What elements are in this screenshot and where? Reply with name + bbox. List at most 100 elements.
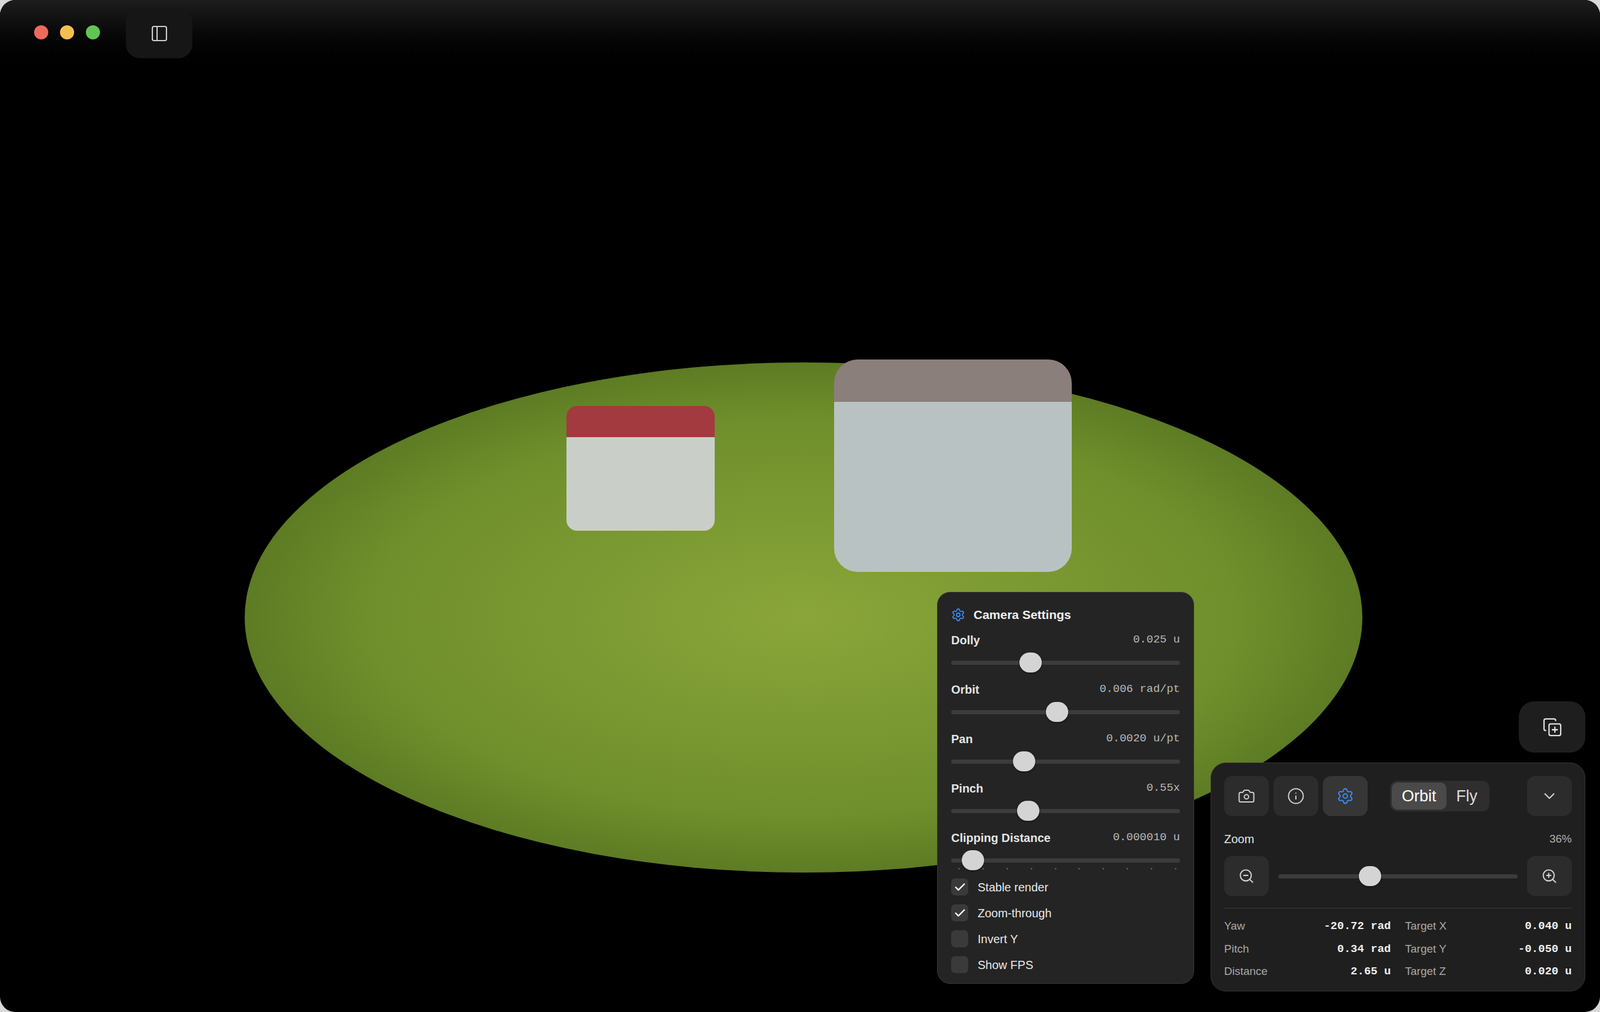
mode-option[interactable]: Orbit [1391, 782, 1447, 810]
plain-slider[interactable] [951, 800, 1180, 821]
slider-label: Pinch [951, 779, 983, 798]
window-control[interactable] [85, 25, 100, 40]
camera-settings-panel: Camera Settings Dolly 0.025 u Orbit 0.006 ra… [937, 591, 1195, 984]
mode-switch: OrbitFly [1390, 780, 1490, 812]
scene-trailer [834, 359, 1072, 572]
slider-thumb[interactable] [1358, 865, 1382, 886]
gear-icon [1336, 787, 1355, 805]
slider-label: Clipping Distance [951, 828, 1051, 847]
settings-tool-button[interactable] [1322, 775, 1368, 816]
stat-label: Target Z [1405, 962, 1447, 980]
window-control[interactable] [34, 25, 49, 40]
app-window: Camera Settings Dolly 0.025 u Orbit 0.006 ra… [0, 0, 1600, 1012]
stat: Target Z0.020 u [1405, 962, 1573, 980]
stat-value: -0.050 u [1518, 940, 1572, 958]
checkbox[interactable] [951, 955, 969, 973]
checkbox-label: Stable render [977, 878, 1049, 896]
checkbox-row[interactable]: Invert Y [951, 930, 1180, 948]
slider-thumb[interactable] [1012, 751, 1036, 772]
stat-label: Distance [1224, 962, 1268, 980]
slider-reading: 0.006 rad/pt [1099, 680, 1180, 698]
zoom-label: Zoom [1224, 830, 1255, 848]
checkbox-row[interactable]: Show FPS [951, 955, 1180, 974]
checkbox-label: Zoom-through [977, 904, 1052, 922]
mode-option[interactable]: Fly [1446, 782, 1488, 810]
camera-icon [1237, 787, 1256, 805]
stat-value: 0.040 u [1524, 917, 1572, 935]
sidebar-toggle[interactable] [125, 8, 193, 59]
checkbox-label: Invert Y [977, 930, 1019, 948]
checkbox[interactable] [951, 930, 969, 948]
zoom-reading: 36% [1549, 830, 1572, 848]
checkbox-label: Show FPS [977, 955, 1033, 974]
slider-label: Dolly [951, 631, 980, 649]
checkbox[interactable] [951, 878, 969, 896]
zoom-in-button[interactable] [1527, 855, 1572, 896]
stat: Target X 0.040 u [1405, 917, 1573, 935]
slider-label: Orbit [951, 680, 980, 699]
stats-row: Pitch0.34 rad Target Y -0.050 u [1224, 940, 1572, 958]
plain-slider[interactable] [951, 701, 1180, 722]
zoom-out-icon [1238, 867, 1255, 885]
gear-icon [951, 607, 966, 622]
chevron-down-icon [1540, 787, 1559, 805]
tick-mark [958, 867, 960, 870]
slider-label: Pan [951, 730, 973, 748]
scene-truck [566, 405, 715, 531]
stepped-slider[interactable] [951, 850, 1180, 870]
slider-reading: 0.55x [1146, 779, 1180, 797]
slider-row: Pan 0.0020 u/pt [951, 730, 1180, 772]
plain-slider[interactable] [951, 652, 1180, 673]
sidebar-icon [150, 24, 169, 43]
stat: Pitch0.34 rad [1224, 940, 1392, 958]
view-panel: OrbitFlyZoom36%Yaw-20.72 radTarget X0.04… [1210, 762, 1586, 992]
add-view-icon [1542, 717, 1563, 738]
slider-thumb[interactable] [1017, 800, 1040, 821]
tick-mark [1126, 867, 1129, 870]
info-icon [1287, 787, 1305, 805]
slider-reading: 0.0020 u/pt [1106, 730, 1180, 748]
checkbox-row[interactable]: Zoom-through [951, 904, 1180, 922]
zoom-in-icon [1541, 867, 1558, 885]
panel-title: Camera Settings [973, 605, 1072, 625]
screen: Camera Settings Dolly 0.025 u Orbit 0.006 ra… [0, 0, 1600, 1012]
title-bar [0, 0, 1600, 82]
slider-row: Dolly 0.025 u [951, 631, 1180, 673]
plain-slider[interactable] [951, 751, 1180, 772]
window-control[interactable] [60, 25, 75, 40]
divider [1224, 907, 1572, 909]
tick-mark [1054, 867, 1057, 870]
slider-row: Orbit 0.006 rad/pt [951, 680, 1180, 722]
stat-value: 0.34 rad [1337, 940, 1391, 958]
check-icon [953, 906, 967, 920]
snapshot-button[interactable] [1518, 701, 1586, 753]
tick-mark [1150, 867, 1153, 870]
zoom-slider[interactable] [1278, 865, 1518, 886]
stats-row: Distance 2.65 u Target Z0.020 u [1224, 962, 1572, 980]
slider-thumb[interactable] [1045, 701, 1069, 722]
scene-render [244, 362, 1363, 873]
slider-reading: 0.025 u [1132, 631, 1180, 649]
slider-thumb[interactable] [961, 850, 985, 870]
slider-reading: 0.000010 u [1112, 828, 1180, 846]
tick-mark [1030, 867, 1033, 870]
collapse-button[interactable] [1527, 775, 1572, 816]
stats-row: Yaw-20.72 radTarget X0.040 u [1224, 917, 1572, 935]
camera-tool-button[interactable] [1224, 775, 1269, 816]
stat-label: Yaw [1224, 917, 1246, 935]
tick-mark [1006, 867, 1009, 870]
slider-row: Clipping Distance 0.000010 u [951, 828, 1180, 870]
checkbox[interactable] [951, 904, 969, 922]
viewport[interactable]: Camera Settings Dolly 0.025 u Orbit 0.006 ra… [0, 81, 1600, 1012]
tick-mark [1102, 867, 1105, 870]
tick-mark [982, 867, 985, 870]
info-tool-button[interactable] [1273, 775, 1319, 816]
stat-label: Target Y [1405, 940, 1447, 958]
tick-mark [1174, 867, 1177, 870]
checkbox-row[interactable]: Stable render [951, 878, 1180, 896]
check-icon [953, 880, 967, 894]
slider-thumb[interactable] [1019, 652, 1042, 673]
zoom-out-button[interactable] [1224, 855, 1269, 896]
stat-value: 2.65 u [1350, 962, 1391, 980]
stat-label: Target X [1405, 917, 1448, 935]
